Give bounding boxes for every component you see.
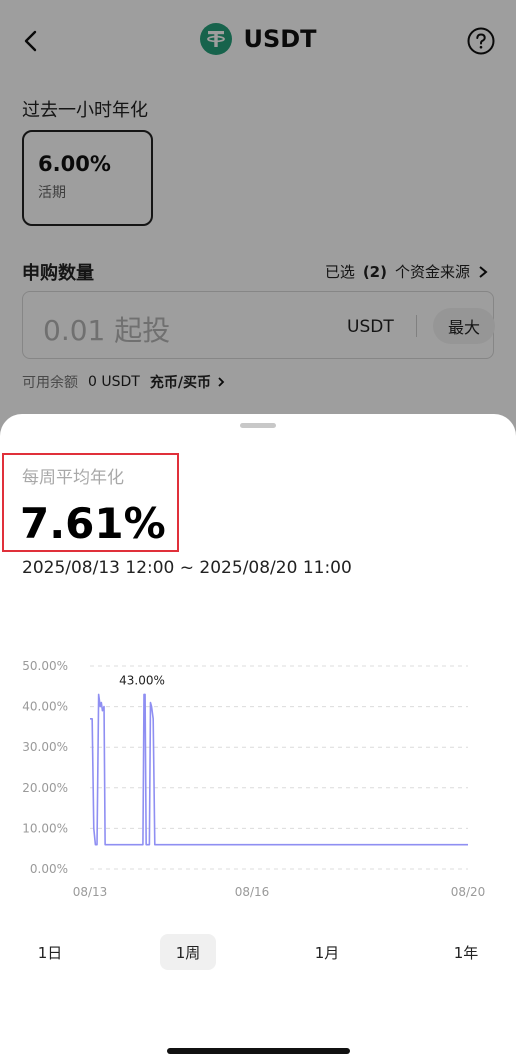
- period-tab[interactable]: 1周: [160, 934, 216, 970]
- y-tick-label: 50.00%: [22, 659, 68, 673]
- y-tick-label: 0.00%: [30, 862, 68, 876]
- x-tick-label: 08/16: [235, 885, 270, 899]
- peak-annotation: 43.00%: [119, 673, 165, 687]
- x-tick-label: 08/20: [451, 885, 486, 899]
- x-tick-label: 08/13: [73, 885, 108, 899]
- y-tick-label: 20.00%: [22, 781, 68, 795]
- period-tab[interactable]: 1日: [22, 934, 78, 970]
- y-tick-label: 40.00%: [22, 700, 68, 714]
- bottom-sheet: 每周平均年化 7.61% 2025/08/13 12:00 ~ 2025/08/…: [0, 414, 516, 1064]
- period-tab[interactable]: 1年: [438, 934, 494, 970]
- series-line: [90, 693, 468, 846]
- apr-line-chart: 50.00% 40.00% 30.00% 20.00% 10.00% 0.00% 08/13…: [22, 659, 486, 899]
- y-tick-label: 10.00%: [22, 821, 68, 835]
- period-tab[interactable]: 1月: [299, 934, 355, 970]
- y-tick-label: 30.00%: [22, 740, 68, 754]
- period-selector: 1日 1周 1月 1年: [0, 934, 516, 974]
- sheet-drag-handle[interactable]: [240, 423, 276, 428]
- weekly-apr-value: 7.61%: [20, 499, 166, 548]
- date-range: 2025/08/13 12:00 ~ 2025/08/20 11:00: [22, 558, 352, 578]
- home-indicator[interactable]: [167, 1048, 350, 1054]
- weekly-apr-label: 每周平均年化: [22, 468, 124, 488]
